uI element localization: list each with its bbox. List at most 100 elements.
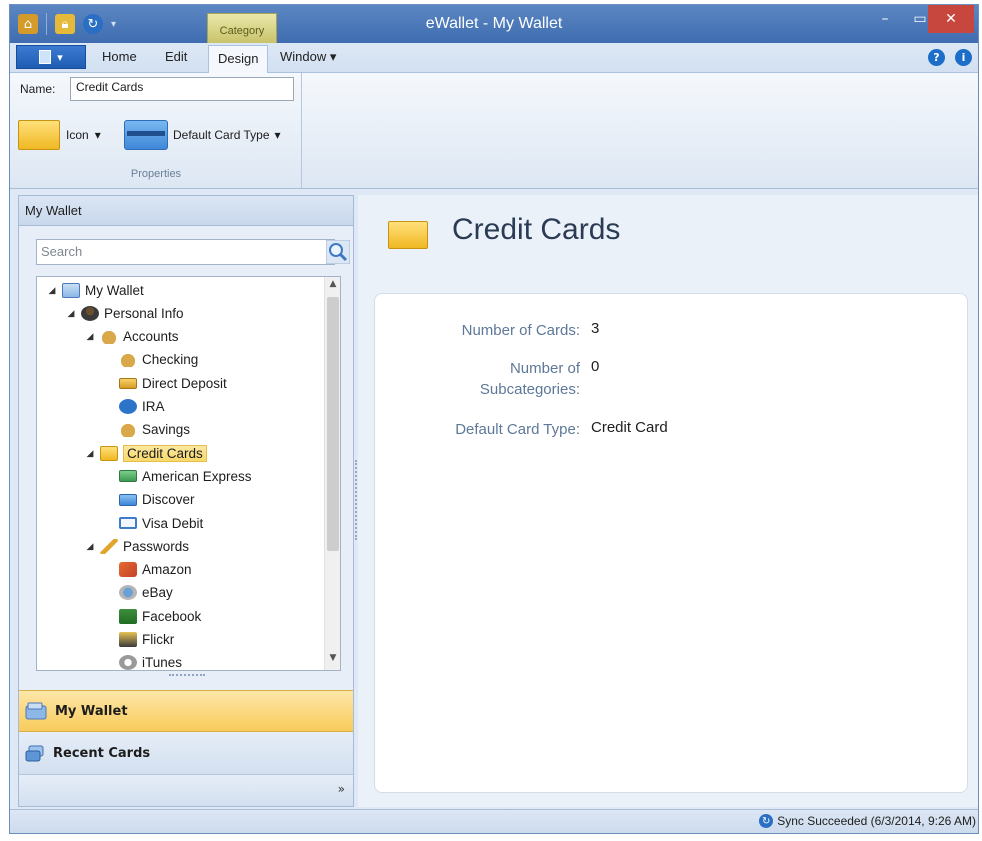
nav-recent-cards-button[interactable]: Recent Cards: [19, 733, 353, 775]
money-bag-icon: [100, 329, 118, 345]
credit-card-white-icon: [119, 517, 137, 529]
tree-item-label: American Express: [142, 468, 252, 484]
tree-item-label: Checking: [142, 352, 199, 368]
expand-toggle-icon[interactable]: ◢: [47, 285, 57, 296]
tab-window[interactable]: Window ▾: [280, 49, 336, 65]
ribbon-tabs: ▾ Home Edit Design Window ▾ ? i: [10, 43, 978, 74]
help-area: ? i: [928, 49, 972, 66]
name-label: Name:: [20, 82, 56, 96]
properties-card: Number of Cards: 3 Number of Subcategori…: [374, 293, 968, 793]
icon-button-label: Icon: [66, 128, 89, 142]
tree-item-label: Savings: [142, 422, 191, 438]
tree-item[interactable]: Savings: [104, 419, 190, 441]
tree-item-label: Direct Deposit: [142, 375, 227, 391]
folder-icon: [100, 445, 118, 461]
search-placeholder: Search: [41, 244, 83, 259]
scroll-up-icon[interactable]: ▲: [325, 279, 340, 295]
application-menu-button[interactable]: ▾: [16, 45, 86, 69]
folder-icon: [388, 221, 428, 249]
amazon-icon: [119, 562, 137, 578]
itunes-icon: [119, 655, 137, 670]
default-card-type-button[interactable]: Default Card Type ▾: [124, 120, 281, 150]
tree-item[interactable]: Direct Deposit: [104, 372, 227, 394]
tab-home[interactable]: Home: [102, 49, 137, 64]
tree-item-label: iTunes: [142, 655, 183, 671]
properties-group: Name: Credit Cards Icon ▾ Default Card T…: [10, 73, 302, 188]
name-field[interactable]: Credit Cards: [70, 77, 294, 101]
group-label: Properties: [130, 168, 182, 180]
configure-buttons-icon[interactable]: »: [338, 782, 345, 796]
default-card-type-label: Default Card Type: [173, 128, 270, 142]
tab-edit[interactable]: Edit: [165, 49, 187, 64]
tree-item[interactable]: ◢ Accounts: [85, 326, 179, 348]
scroll-down-icon[interactable]: ▼: [325, 653, 340, 669]
status-bar: ↻ Sync Succeeded (6/3/2014, 9:26 AM): [10, 809, 978, 833]
wallet-tree[interactable]: ▲ ▼ ◢ My Wallet ◢ Personal Info ◢ Accounts Che…: [36, 276, 341, 671]
expand-toggle-icon[interactable]: ◢: [85, 541, 95, 552]
tree-scrollbar[interactable]: ▲ ▼: [324, 277, 340, 670]
icon-button[interactable]: Icon ▾: [18, 120, 101, 150]
close-button[interactable]: ✕: [928, 5, 974, 33]
tree-item[interactable]: IRA: [104, 396, 165, 418]
tree-item-label: IRA: [142, 399, 165, 414]
tree-item[interactable]: American Express: [104, 465, 252, 487]
default-card-type-value: Credit Card: [591, 419, 668, 436]
tab-design[interactable]: Design: [208, 45, 269, 74]
tree-item[interactable]: iTunes: [104, 652, 183, 671]
tree-item[interactable]: Checking: [104, 349, 198, 371]
resize-grip[interactable]: [169, 674, 205, 678]
tree-item[interactable]: ◢ My Wallet: [47, 279, 144, 301]
category-title: Credit Cards: [452, 213, 621, 246]
recent-cards-icon: [25, 745, 44, 761]
tree-item[interactable]: Visa Debit: [104, 512, 203, 534]
credit-card-green-icon: [119, 470, 137, 483]
pane-header: My Wallet: [19, 196, 353, 226]
default-card-type-label: Default Card Type:: [455, 421, 580, 438]
scrollbar-thumb[interactable]: [327, 297, 339, 551]
minimize-button[interactable]: –: [865, 5, 905, 33]
nav-overflow-bar: »: [19, 776, 353, 806]
tree-item[interactable]: Discover: [104, 489, 195, 511]
tree-item-label: Amazon: [142, 562, 192, 578]
tree-item[interactable]: ◢ Personal Info: [66, 302, 184, 324]
tree-item-label: Visa Debit: [142, 515, 204, 531]
tree-item-label: Flickr: [142, 632, 175, 647]
number-of-subcategories-label-line2: Subcategories:: [479, 381, 580, 398]
search-input[interactable]: Search: [36, 239, 350, 265]
facebook-icon: [119, 608, 137, 624]
tree-item[interactable]: Facebook: [104, 605, 201, 627]
key-icon: [100, 538, 118, 554]
tree-item[interactable]: ◢ Passwords: [85, 535, 189, 557]
tree-item[interactable]: Amazon: [104, 559, 192, 581]
nav-my-wallet-button[interactable]: My Wallet: [19, 690, 353, 732]
chevron-down-icon: ▾: [57, 50, 63, 64]
document-icon: [39, 50, 52, 64]
search-icon[interactable]: [326, 240, 350, 264]
wallet-icon: [25, 702, 47, 720]
tree-item-label: Facebook: [142, 608, 202, 624]
sync-status-text: Sync Succeeded (6/3/2014, 9:26 AM): [777, 814, 976, 828]
chevron-down-icon: ▾: [329, 49, 337, 64]
expand-toggle-icon[interactable]: ◢: [66, 308, 76, 319]
tree-item-label: My Wallet: [85, 282, 144, 298]
tree-item-label: Discover: [142, 492, 195, 508]
navigation-pane: My Wallet Search ▲ ▼ ◢ My Wallet ◢ Personal…: [18, 195, 354, 807]
number-of-cards-label: Number of Cards:: [461, 322, 580, 339]
window-title: eWallet - My Wallet: [425, 15, 563, 32]
tree-item-label: Credit Cards: [123, 444, 207, 462]
info-icon: [119, 399, 137, 414]
title-bar: ⌂ 🔒︎ ↻ ▾ Category eWallet - My Wallet – …: [10, 5, 978, 43]
tree-item[interactable]: Flickr: [104, 629, 174, 651]
help-icon[interactable]: ?: [928, 49, 945, 66]
expand-toggle-icon[interactable]: ◢: [85, 331, 95, 342]
tree-item[interactable]: ◢ Credit Cards: [85, 442, 207, 464]
tree-item[interactable]: eBay: [104, 582, 173, 604]
expand-toggle-icon[interactable]: ◢: [85, 448, 95, 459]
nav-recent-cards-label: Recent Cards: [53, 746, 151, 761]
tree-item-label: Accounts: [123, 329, 179, 345]
credit-card-icon: [124, 120, 168, 150]
chevron-down-icon: ▾: [274, 128, 281, 142]
app-window: ⌂ 🔒︎ ↻ ▾ Category eWallet - My Wallet – …: [9, 4, 979, 834]
info-icon[interactable]: i: [955, 49, 972, 66]
tab-window-label: Window: [280, 49, 327, 64]
